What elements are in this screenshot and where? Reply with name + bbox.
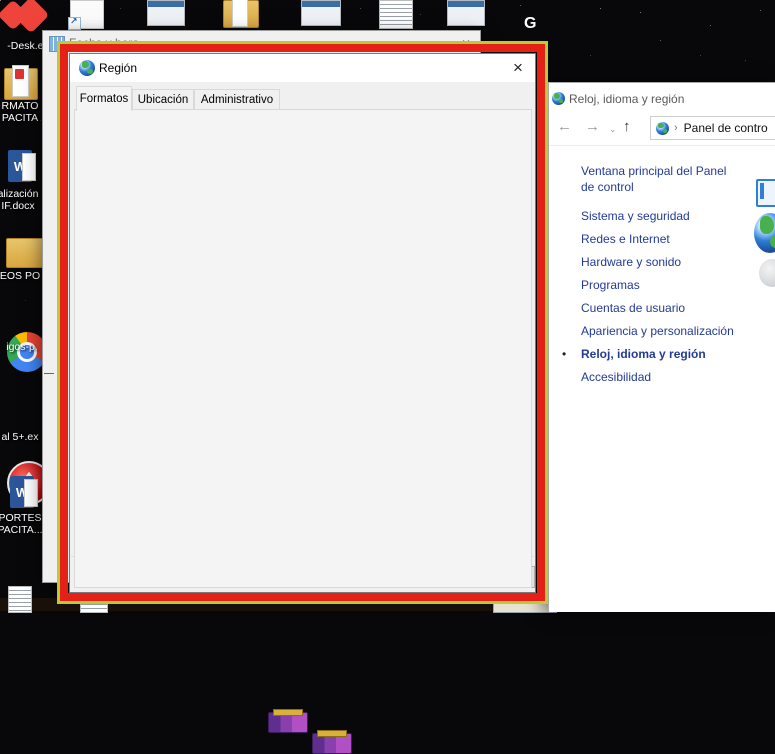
- datetime-title: Fecha y hora: [69, 36, 139, 50]
- desktop-shortcut-icon[interactable]: [70, 0, 104, 29]
- back-icon[interactable]: ←: [557, 118, 572, 135]
- word-doc-icon[interactable]: W: [8, 150, 32, 182]
- datetime-close-icon[interactable]: ×: [456, 33, 476, 53]
- navigation-bar: ← → ⌄ ↑ › Panel de contro: [549, 113, 775, 146]
- control-panel-title: Reloj, idioma y región: [569, 92, 684, 106]
- winrar-icon[interactable]: [312, 733, 352, 754]
- winrar-icon[interactable]: [268, 712, 308, 733]
- desktop-app-icon[interactable]: [147, 0, 185, 26]
- clock-region-icon: [552, 92, 565, 105]
- region-dialog: Región × Formatos Ubicación Administrati…: [69, 53, 536, 593]
- sidebar-item-sistema[interactable]: Sistema y seguridad: [581, 209, 690, 223]
- globe-icon: [79, 60, 95, 76]
- game-label: al 5+.ex: [0, 431, 48, 443]
- sidebar-item-home[interactable]: Ventana principal del Panel de control: [581, 163, 741, 195]
- sidebar-item-redes[interactable]: Redes e Internet: [581, 232, 670, 246]
- forward-icon[interactable]: →: [585, 118, 600, 135]
- address-bar[interactable]: › Panel de contro: [650, 116, 775, 140]
- history-dropdown-icon[interactable]: ⌄: [609, 124, 617, 135]
- word-doc1-label: alización IF.docx: [0, 188, 46, 212]
- sidebar-item-accesibilidad[interactable]: Accesibilidad: [581, 370, 651, 384]
- breadcrumb-chevron-icon: ›: [674, 122, 678, 134]
- tab-ubicacion[interactable]: Ubicación: [132, 89, 194, 110]
- sidebar-item-programas[interactable]: Programas: [581, 278, 640, 292]
- tab-administrativo[interactable]: Administrativo: [194, 89, 280, 110]
- yellow-folder-icon[interactable]: [6, 238, 44, 268]
- up-icon[interactable]: ↑: [623, 118, 631, 135]
- region-titlebar[interactable]: Región ×: [70, 54, 535, 82]
- tab-formatos[interactable]: Formatos: [76, 86, 132, 111]
- datetime-titlebar[interactable]: Fecha y hora ×: [43, 31, 480, 55]
- sidebar-item-hardware[interactable]: Hardware y sonido: [581, 255, 681, 269]
- control-panel-window: Reloj, idioma y región ← → ⌄ ↑ › Panel d…: [548, 82, 775, 612]
- word-page: [22, 153, 36, 181]
- active-bullet-icon: •: [562, 347, 566, 361]
- pdf-mark: [15, 69, 24, 79]
- sidebar-item-reloj[interactable]: Reloj, idioma y región: [581, 347, 706, 361]
- tab-page: [74, 109, 532, 588]
- desktop-window-icon[interactable]: [301, 0, 341, 26]
- desktop-g-label: G: [524, 15, 536, 33]
- folder2-label: EOS PO: [0, 270, 48, 282]
- shortcut-arrow-icon: [68, 17, 81, 30]
- word-page: [24, 479, 38, 507]
- desktop-document-icon[interactable]: [379, 0, 413, 29]
- sidebar-item-cuentas[interactable]: Cuentas de usuario: [581, 301, 685, 315]
- datetime-icon: [49, 36, 65, 52]
- sidebar-item-apariencia[interactable]: Apariencia y personalización: [581, 324, 734, 338]
- hidden-link-fragment: [44, 364, 54, 374]
- desktop-folder-icon[interactable]: [223, 0, 259, 28]
- word-doc2-icon[interactable]: W: [10, 476, 34, 508]
- region-close-icon[interactable]: ×: [507, 57, 529, 79]
- formato-folder-label: RMATO PACITA: [0, 100, 48, 124]
- region-title: Región: [99, 61, 137, 75]
- datetime-applet-icon[interactable]: [756, 179, 775, 207]
- partial-doc-icon[interactable]: [8, 586, 32, 613]
- formato-folder-icon[interactable]: [4, 68, 38, 100]
- folder-papers: [232, 0, 248, 27]
- desktop-table-doc-icon[interactable]: [447, 0, 485, 26]
- word-doc2-label: PORTES PACITA...: [0, 512, 48, 536]
- breadcrumb: Panel de contro: [684, 121, 768, 135]
- language-applet-icon[interactable]: [759, 259, 775, 287]
- region-applet-icon[interactable]: [754, 213, 775, 253]
- control-panel-icon: [656, 122, 669, 135]
